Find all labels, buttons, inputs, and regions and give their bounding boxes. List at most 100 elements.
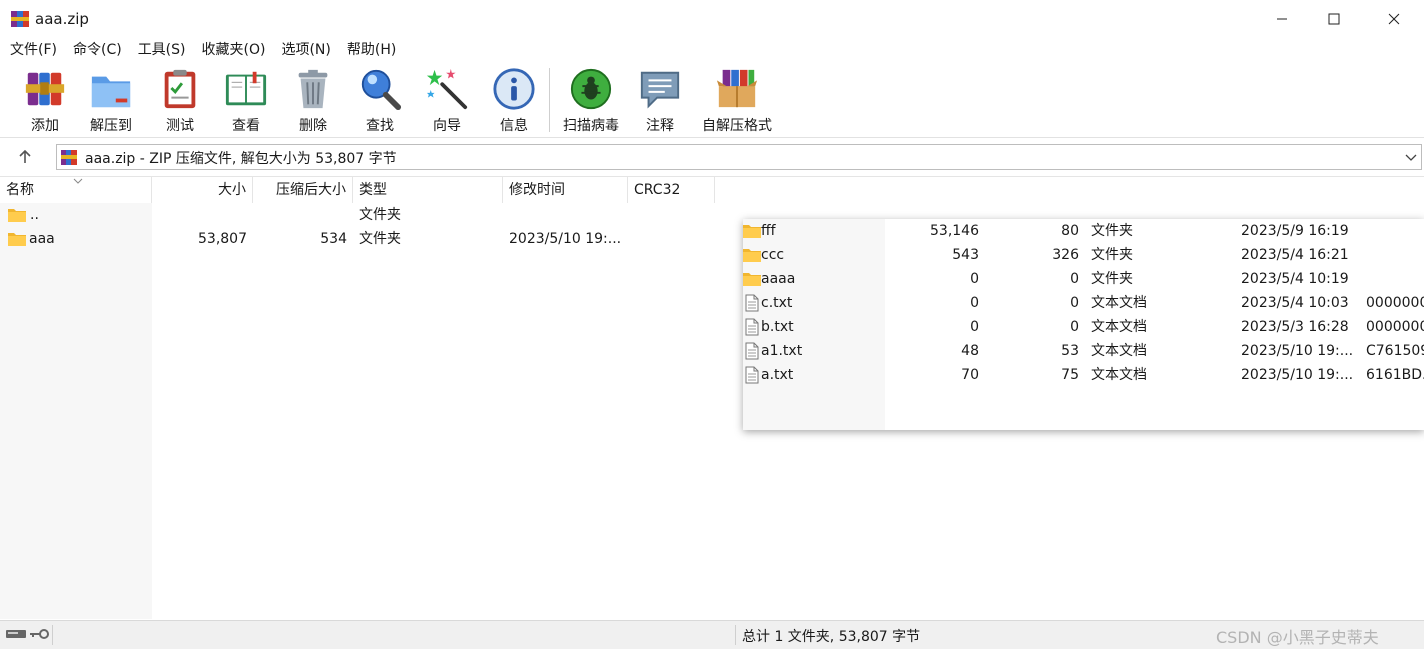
wizard-wand-icon	[426, 68, 468, 110]
item-packed: 0	[1070, 271, 1079, 287]
view-book-icon	[225, 71, 267, 106]
column-header-name-label: 名称	[6, 182, 34, 198]
table-row[interactable]: .. 文件夹	[0, 203, 740, 227]
address-bar: aaa.zip - ZIP 压缩文件, 解包大小为 53,807 字节	[0, 140, 1424, 174]
close-button[interactable]	[1366, 0, 1422, 38]
add-label: 添加	[31, 118, 59, 134]
list-item[interactable]: c.txt 0 0 文本文档 2023/5/4 10:03 00000000	[743, 291, 1424, 315]
menu-favorites[interactable]: 收藏夹(O)	[202, 38, 266, 62]
extract-to-button[interactable]: 解压到	[86, 67, 136, 135]
item-type: 文件夹	[1091, 247, 1133, 263]
menu-tools[interactable]: 工具(S)	[138, 38, 186, 62]
title-bar: aaa.zip	[0, 0, 1424, 38]
test-label: 测试	[166, 118, 194, 134]
info-button[interactable]: 信息	[491, 67, 537, 135]
add-button[interactable]: 添加	[22, 67, 68, 135]
column-header-size[interactable]: 大小	[152, 177, 253, 203]
list-item[interactable]: aaaa 0 0 文件夹 2023/5/4 10:19	[743, 267, 1424, 291]
info-label: 信息	[500, 118, 528, 134]
item-modified: 2023/5/4 10:03	[1241, 295, 1349, 311]
folder-icon	[8, 233, 26, 246]
folder-contents-popup: fff 53,146 80 文件夹 2023/5/9 16:19 ccc 543…	[743, 219, 1424, 430]
view-button[interactable]: 查看	[220, 67, 272, 135]
comment-icon	[640, 71, 680, 109]
text-file-icon	[745, 366, 759, 384]
row-packed: 534	[320, 231, 347, 247]
row-modified: 2023/5/10 19:...	[509, 231, 622, 247]
column-header-packed[interactable]: 压缩后大小	[253, 177, 353, 203]
list-item[interactable]: a1.txt 48 53 文本文档 2023/5/10 19:... C7615…	[743, 339, 1424, 363]
list-item[interactable]: a.txt 70 75 文本文档 2023/5/10 19:... 6161BD…	[743, 363, 1424, 387]
add-archive-icon	[25, 72, 65, 106]
extract-to-icon	[91, 76, 131, 108]
item-type: 文件夹	[1091, 271, 1133, 287]
folder-icon	[743, 225, 761, 238]
status-divider	[52, 625, 53, 645]
column-header-crc32[interactable]: CRC32	[628, 177, 715, 203]
text-file-icon	[745, 294, 759, 312]
status-bar: 总计 1 文件夹, 53,807 字节 CSDN @小黑子史蒂夫	[0, 620, 1424, 649]
test-icon	[164, 69, 196, 109]
info-icon	[493, 68, 535, 110]
item-packed: 0	[1070, 295, 1079, 311]
row-size: 53,807	[198, 231, 247, 247]
column-header-modified[interactable]: 修改时间	[503, 177, 628, 203]
find-button[interactable]: 查找	[357, 67, 403, 135]
row-name: aaa	[29, 231, 55, 247]
list-item[interactable]: fff 53,146 80 文件夹 2023/5/9 16:19	[743, 219, 1424, 243]
watermark: CSDN @小黑子史蒂夫	[1216, 628, 1379, 647]
minimize-button[interactable]	[1254, 0, 1310, 38]
item-name: fff	[761, 223, 776, 239]
menu-file[interactable]: 文件(F)	[10, 38, 57, 62]
close-icon	[1388, 13, 1400, 25]
column-header-name[interactable]: 名称	[0, 177, 152, 203]
window-title: aaa.zip	[35, 10, 89, 28]
item-packed: 53	[1061, 343, 1079, 359]
item-size: 543	[952, 247, 979, 263]
address-field[interactable]: aaa.zip - ZIP 压缩文件, 解包大小为 53,807 字节	[56, 144, 1422, 170]
maximize-button[interactable]	[1306, 0, 1362, 38]
name-column-background	[0, 203, 152, 619]
column-header-type[interactable]: 类型	[353, 177, 503, 203]
folder-icon	[743, 273, 761, 286]
list-item[interactable]: b.txt 0 0 文本文档 2023/5/3 16:28 00000000	[743, 315, 1424, 339]
extract-to-label: 解压到	[90, 118, 132, 134]
table-row[interactable]: aaa 53,807 534 文件夹 2023/5/10 19:...	[0, 227, 740, 251]
item-packed: 75	[1061, 367, 1079, 383]
item-type: 文本文档	[1091, 319, 1147, 335]
item-modified: 2023/5/9 16:19	[1241, 223, 1349, 239]
folder-icon	[743, 249, 761, 262]
menu-help[interactable]: 帮助(H)	[347, 38, 396, 62]
sfx-button[interactable]: 自解压格式	[698, 67, 776, 135]
item-type: 文本文档	[1091, 367, 1147, 383]
up-folder-button[interactable]	[10, 147, 40, 167]
status-summary: 总计 1 文件夹, 53,807 字节	[742, 629, 921, 645]
menu-bar: 文件(F) 命令(C) 工具(S) 收藏夹(O) 选项(N) 帮助(H)	[0, 38, 1424, 62]
list-item[interactable]: ccc 543 326 文件夹 2023/5/4 16:21	[743, 243, 1424, 267]
item-crc: 00000000	[1366, 319, 1424, 335]
key-icon	[30, 629, 49, 639]
comment-button[interactable]: 注释	[637, 67, 683, 135]
item-crc: 00000000	[1366, 295, 1424, 311]
folder-icon	[8, 209, 26, 222]
item-size: 0	[970, 319, 979, 335]
item-size: 53,146	[930, 223, 979, 239]
sfx-label: 自解压格式	[702, 118, 772, 134]
wizard-button[interactable]: 向导	[424, 67, 470, 135]
sort-chevron-icon	[73, 178, 83, 184]
address-text: aaa.zip - ZIP 压缩文件, 解包大小为 53,807 字节	[85, 151, 397, 167]
virus-scan-button[interactable]: 扫描病毒	[559, 67, 623, 135]
menu-options[interactable]: 选项(N)	[281, 38, 330, 62]
item-modified: 2023/5/4 10:19	[1241, 271, 1349, 287]
item-packed: 326	[1052, 247, 1079, 263]
delete-button[interactable]: 删除	[290, 67, 336, 135]
item-modified: 2023/5/10 19:...	[1241, 343, 1354, 359]
chevron-down-icon[interactable]	[1405, 151, 1417, 163]
test-button[interactable]: 测试	[157, 67, 203, 135]
item-type: 文本文档	[1091, 343, 1147, 359]
toolbar: 添加 解压到 测试 查看 删除 查找 向导 信息 扫描病毒 注释 自解压格式	[0, 62, 1424, 138]
item-modified: 2023/5/10 19:...	[1241, 367, 1354, 383]
menu-command[interactable]: 命令(C)	[73, 38, 122, 62]
item-name: a.txt	[761, 367, 794, 383]
item-name: aaaa	[761, 271, 796, 287]
